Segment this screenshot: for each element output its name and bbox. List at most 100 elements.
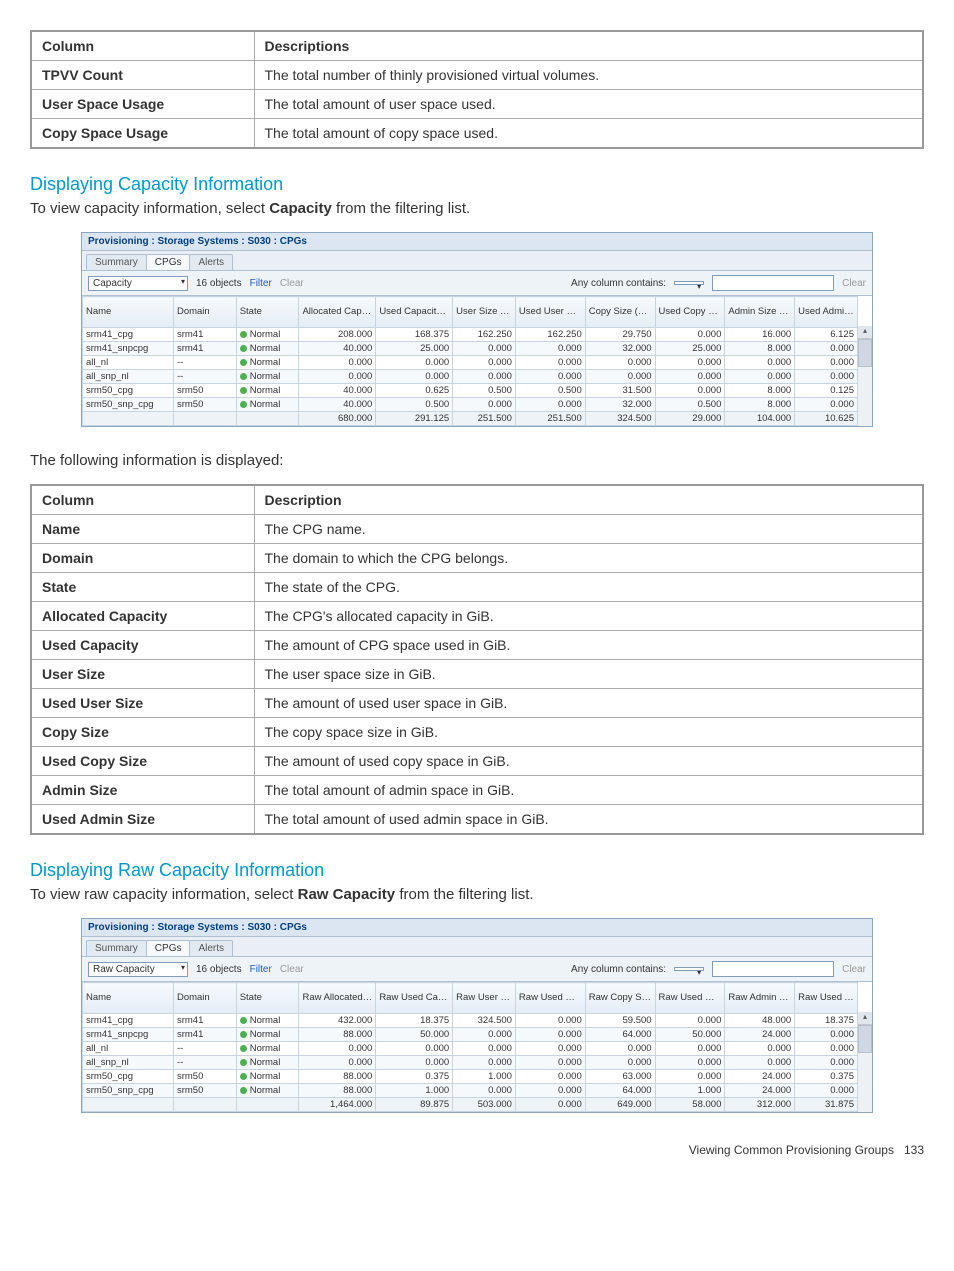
clear-right-button[interactable]: Clear [842, 964, 866, 975]
grid-header[interactable]: Used Admin Size (GB) [795, 297, 858, 328]
grid-header[interactable]: Raw Used Copy Size (GB) [655, 983, 725, 1014]
grid-cell: 168.375 [376, 328, 453, 342]
grid-header[interactable]: Used Capacity (GB) [376, 297, 453, 328]
grid-cell: 0.000 [655, 1070, 725, 1084]
state-icon [240, 1017, 247, 1024]
grid-total-cell [236, 1098, 299, 1112]
grid-cell: Normal [236, 1014, 299, 1028]
grid-header[interactable]: Admin Size (GB) [725, 297, 795, 328]
grid-row[interactable]: srm41_cpgsrm41Normal208.000168.375162.25… [83, 328, 858, 342]
table-cell: The amount of used user space in GiB. [254, 689, 923, 718]
grid-row[interactable]: srm41_cpgsrm41Normal432.00018.375324.500… [83, 1014, 858, 1028]
grid-header[interactable]: Raw Allocated Capacity (GB) [299, 983, 376, 1014]
grid-cell: 0.000 [515, 1084, 585, 1098]
grid-row[interactable]: all_nl--Normal0.0000.0000.0000.0000.0000… [83, 356, 858, 370]
grid-row[interactable]: srm50_snp_cpgsrm50Normal88.0001.0000.000… [83, 1084, 858, 1098]
grid-cell: 0.000 [795, 342, 858, 356]
grid-row[interactable]: srm41_snpcpgsrm41Normal88.00050.0000.000… [83, 1028, 858, 1042]
any-column-input[interactable] [712, 961, 834, 977]
grid-cell: 64.000 [585, 1084, 655, 1098]
grid-cell: 0.000 [515, 1042, 585, 1056]
tab-summary[interactable]: Summary [86, 940, 147, 956]
grid-header[interactable]: Allocated Capacity (GB) [299, 297, 376, 328]
filter-button[interactable]: Filter [250, 964, 272, 975]
grid-total-cell: 312.000 [725, 1098, 795, 1112]
grid-cell: 8.000 [725, 342, 795, 356]
tab-summary[interactable]: Summary [86, 254, 147, 270]
tab-alerts[interactable]: Alerts [189, 940, 233, 956]
scroll-thumb[interactable] [858, 1025, 872, 1053]
grid-row[interactable]: srm50_cpgsrm50Normal88.0000.3751.0000.00… [83, 1070, 858, 1084]
grid-cell: 0.000 [655, 370, 725, 384]
grid-header[interactable]: Copy Size (GB) [585, 297, 655, 328]
clear-button[interactable]: Clear [280, 278, 304, 289]
grid-header[interactable]: Raw Admin Size (GB) [725, 983, 795, 1014]
grid-cell: 24.000 [725, 1084, 795, 1098]
filter-combo[interactable]: Raw Capacity [88, 962, 188, 977]
grid-header[interactable]: State [236, 297, 299, 328]
table-cell: The total amount of used admin space in … [254, 805, 923, 835]
tab-cpgs[interactable]: CPGs [146, 940, 191, 956]
grid-header[interactable]: Raw User Size (GB) [453, 983, 516, 1014]
grid-cell: 0.000 [515, 1056, 585, 1070]
grid-header[interactable]: Domain [173, 983, 236, 1014]
any-column-input[interactable] [712, 275, 834, 291]
grid-header[interactable]: State [236, 983, 299, 1014]
grid-row[interactable]: all_snp_nl--Normal0.0000.0000.0000.0000.… [83, 370, 858, 384]
grid-header[interactable]: Raw Used Admin Size (GB) [795, 983, 858, 1014]
grid-header[interactable]: User Size (GB) [453, 297, 516, 328]
grid-cell: 0.000 [515, 1014, 585, 1028]
grid-header[interactable]: Raw Used User Size (GB) [515, 983, 585, 1014]
scrollbar[interactable]: ▴ [857, 326, 872, 426]
grid-row[interactable]: all_nl--Normal0.0000.0000.0000.0000.0000… [83, 1042, 858, 1056]
clear-right-button[interactable]: Clear [842, 278, 866, 289]
tab-alerts[interactable]: Alerts [189, 254, 233, 270]
grid-cell: 0.000 [725, 1056, 795, 1070]
table-cell: The amount of used copy space in GiB. [254, 747, 923, 776]
scroll-up-icon[interactable]: ▴ [858, 1012, 872, 1025]
scroll-thumb[interactable] [858, 339, 872, 367]
table-row: Allocated CapacityThe CPG's allocated ca… [31, 602, 923, 631]
grid-cell: 0.000 [655, 384, 725, 398]
table-cell: The total amount of user space used. [254, 90, 923, 119]
grid-header[interactable]: Name [83, 297, 174, 328]
tab-cpgs[interactable]: CPGs [146, 254, 191, 270]
grid-cell: 32.000 [585, 342, 655, 356]
grid-row[interactable]: srm50_snp_cpgsrm50Normal40.0000.5000.000… [83, 398, 858, 412]
data-grid[interactable]: NameDomainStateRaw Allocated Capacity (G… [82, 982, 858, 1112]
grid-cell: srm50_cpg [83, 1070, 174, 1084]
any-column-combo[interactable] [674, 281, 704, 285]
grid-cell: 324.500 [453, 1014, 516, 1028]
grid-cell: 0.000 [725, 370, 795, 384]
grid-header[interactable]: Used User Size (GB) [515, 297, 585, 328]
filter-button[interactable]: Filter [250, 278, 272, 289]
intro-pre: To view raw capacity information, select [30, 886, 298, 903]
scroll-up-icon[interactable]: ▴ [858, 326, 872, 339]
grid-total-cell: 31.875 [795, 1098, 858, 1112]
filter-combo[interactable]: Capacity [88, 276, 188, 291]
scrollbar[interactable]: ▴ [857, 1012, 872, 1112]
intro-post: from the filtering list. [332, 200, 470, 217]
grid-row[interactable]: srm41_snpcpgsrm41Normal40.00025.0000.000… [83, 342, 858, 356]
state-icon [240, 387, 247, 394]
table-cell: Allocated Capacity [31, 602, 254, 631]
grid-row[interactable]: all_snp_nl--Normal0.0000.0000.0000.0000.… [83, 1056, 858, 1070]
grid-cell: srm41 [173, 1014, 236, 1028]
grid-row[interactable]: srm50_cpgsrm50Normal40.0000.6250.5000.50… [83, 384, 858, 398]
grid-cell: 0.375 [795, 1070, 858, 1084]
any-column-combo[interactable] [674, 967, 704, 971]
grid-header[interactable]: Used Copy Size (GB) [655, 297, 725, 328]
footer-section: Viewing Common Provisioning Groups [689, 1143, 894, 1157]
grid-cell: 0.000 [795, 1042, 858, 1056]
data-grid[interactable]: NameDomainStateAllocated Capacity (GB)Us… [82, 296, 858, 426]
grid-total-cell [83, 1098, 174, 1112]
grid-total-cell: 251.500 [453, 412, 516, 426]
grid-header[interactable]: Name [83, 983, 174, 1014]
table-cell: The CPG's allocated capacity in GiB. [254, 602, 923, 631]
grid-header[interactable]: Domain [173, 297, 236, 328]
grid-header[interactable]: Raw Used Capacity (GB) [376, 983, 453, 1014]
grid-cell: 0.000 [655, 1056, 725, 1070]
grid-header[interactable]: Raw Copy Size (GB) [585, 983, 655, 1014]
clear-button[interactable]: Clear [280, 964, 304, 975]
grid-cell: 0.000 [376, 1056, 453, 1070]
